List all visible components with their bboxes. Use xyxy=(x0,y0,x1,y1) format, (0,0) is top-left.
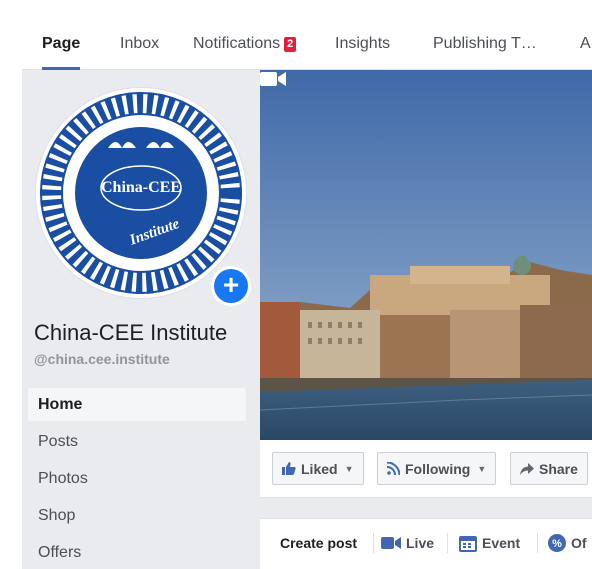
event-button[interactable]: Event xyxy=(459,529,520,557)
page-title: China-CEE Institute xyxy=(34,320,228,345)
nav-item-photos[interactable]: Photos xyxy=(28,462,246,495)
chevron-down-icon: ▼ xyxy=(344,463,354,474)
calendar-icon xyxy=(459,535,477,552)
thumbs-up-icon xyxy=(282,462,296,475)
page-actions: Liked ▼ Following ▼ Share xyxy=(260,440,592,498)
video-camera-icon[interactable] xyxy=(260,70,286,88)
chevron-down-icon: ▼ xyxy=(477,463,487,474)
nav-item-posts[interactable]: Posts xyxy=(28,425,246,458)
share-button[interactable]: Share xyxy=(510,452,588,485)
logo-text-top: China-CEE xyxy=(101,179,181,196)
page-username[interactable]: @china.cee.institute xyxy=(34,351,170,367)
post-composer: Create post Live Event % Of xyxy=(260,518,592,569)
tab-page[interactable]: Page xyxy=(42,18,81,70)
plus-icon: + xyxy=(214,269,248,303)
facebook-page-view: Page Inbox Notifications 2 Insights Publi… xyxy=(22,18,592,569)
divider xyxy=(373,533,374,553)
page-nav: Home Posts Photos Shop Offers xyxy=(28,388,246,569)
offer-icon: % xyxy=(548,534,566,552)
divider xyxy=(537,533,538,553)
nav-item-shop[interactable]: Shop xyxy=(28,499,246,532)
offer-button[interactable]: % Of xyxy=(548,529,587,557)
cover-photo[interactable] xyxy=(260,70,592,440)
rss-icon xyxy=(387,462,400,475)
profile-picture[interactable]: China-CEE Institute + xyxy=(36,88,251,306)
following-button[interactable]: Following ▼ xyxy=(377,452,497,485)
tab-more[interactable]: A xyxy=(580,18,591,70)
live-button[interactable]: Live xyxy=(381,529,434,557)
divider xyxy=(447,533,448,553)
nav-item-home[interactable]: Home xyxy=(28,388,246,421)
create-post-button[interactable]: Create post xyxy=(280,529,357,557)
tab-inbox[interactable]: Inbox xyxy=(120,18,159,70)
svg-text:%: % xyxy=(552,538,562,550)
page-sidebar: China-CEE Institute + China-CEE Institut… xyxy=(22,70,260,569)
tab-notifications[interactable]: Notifications 2 xyxy=(193,18,297,70)
share-arrow-icon xyxy=(520,462,534,475)
notification-count-badge: 2 xyxy=(284,36,297,52)
tab-publishing-tools[interactable]: Publishing T… xyxy=(433,18,537,70)
cover-image xyxy=(260,70,592,440)
nav-item-offers[interactable]: Offers xyxy=(28,536,246,569)
page-tabs: Page Inbox Notifications 2 Insights Publi… xyxy=(22,18,592,70)
live-icon xyxy=(381,537,401,549)
tab-insights[interactable]: Insights xyxy=(335,18,390,70)
liked-button[interactable]: Liked ▼ xyxy=(272,452,364,485)
institute-logo: China-CEE Institute xyxy=(40,92,242,294)
update-photo-button[interactable]: + xyxy=(211,266,251,306)
